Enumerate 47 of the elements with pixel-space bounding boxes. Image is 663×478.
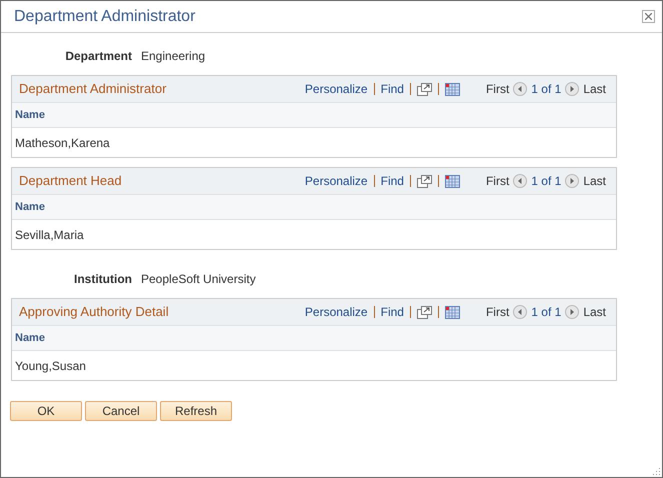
last-label: Last — [583, 81, 606, 98]
spreadsheet-icon[interactable] — [444, 174, 460, 188]
first-label: First — [486, 304, 510, 321]
dialog-button[interactable]: Cancel — [85, 401, 157, 421]
page-count: 1 of 1 — [531, 81, 562, 98]
grid-link[interactable]: Find — [380, 303, 404, 321]
column-header: Name — [15, 108, 45, 123]
close-icon — [645, 13, 652, 20]
window-title: Department Administrator — [14, 6, 196, 26]
dialog-button[interactable]: Refresh — [160, 401, 232, 421]
table-cell-text: Sevilla,Maria — [15, 226, 84, 244]
grid-link[interactable]: Personalize — [304, 80, 368, 98]
field-value: PeopleSoft University — [141, 271, 256, 288]
grid-title: Approving Authority Detail — [19, 303, 169, 322]
column-header: Name — [15, 200, 45, 215]
next-icon[interactable] — [565, 82, 580, 96]
grid-title: Department Administrator — [19, 80, 166, 98]
field-label: Department — [64, 48, 132, 65]
spreadsheet-icon[interactable] — [444, 306, 460, 318]
resize-grip-icon — [651, 466, 661, 476]
page-count: 1 of 1 — [531, 173, 562, 190]
page-count: 1 of 1 — [531, 304, 562, 321]
previous-icon[interactable] — [513, 174, 528, 188]
grid-title: Department Head — [19, 172, 122, 190]
table-cell-text: Matheson,Karena — [15, 134, 110, 152]
dialog-button[interactable]: OK — [10, 401, 82, 421]
spreadsheet-icon[interactable] — [444, 82, 460, 96]
first-label: First — [486, 81, 510, 98]
new-window-icon[interactable] — [416, 174, 432, 188]
last-label: Last — [583, 304, 606, 321]
field-label: Institution — [73, 271, 132, 288]
grid-link[interactable]: Personalize — [304, 303, 368, 321]
next-icon[interactable] — [565, 305, 580, 319]
previous-icon[interactable] — [513, 305, 528, 319]
next-icon[interactable] — [565, 174, 580, 188]
field-value: Engineering — [141, 48, 206, 65]
previous-icon[interactable] — [513, 82, 528, 96]
last-label: Last — [583, 173, 606, 190]
close-button[interactable] — [642, 10, 655, 23]
grid-link[interactable]: Find — [380, 80, 404, 98]
new-window-icon[interactable] — [416, 82, 432, 96]
column-header: Name — [15, 330, 45, 346]
table-cell-text: Young,Susan — [15, 358, 86, 374]
new-window-icon[interactable] — [416, 306, 432, 318]
grid-link[interactable]: Find — [380, 172, 404, 190]
grid-link[interactable]: Personalize — [304, 172, 368, 190]
first-label: First — [486, 173, 510, 190]
